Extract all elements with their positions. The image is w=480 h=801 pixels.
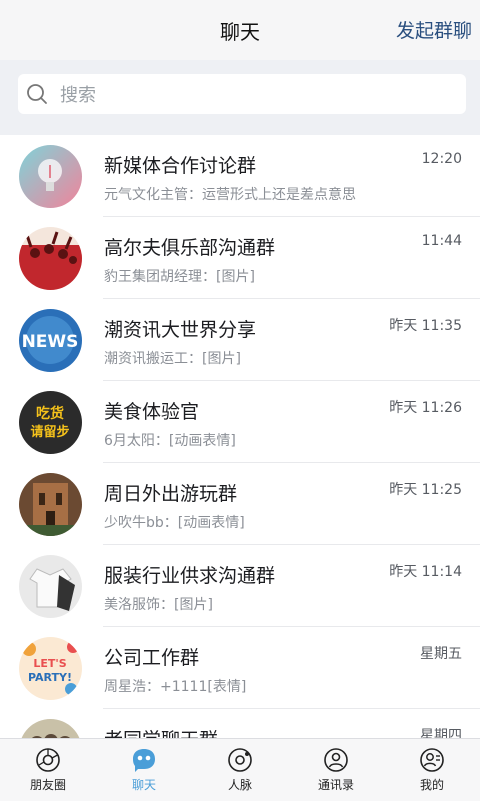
svg-text:PARTY!: PARTY! <box>28 671 72 684</box>
tab-label: 我的 <box>419 778 444 792</box>
chat-time: 星期五 <box>420 646 462 662</box>
address-book-icon <box>324 748 348 772</box>
chat-last-message: 潮资讯搬运工：[图片] <box>104 351 241 367</box>
chat-item[interactable]: 周日外出游玩群 少吹牛bb：[动画表情] 昨天 11:25 <box>0 463 480 545</box>
tab-chat[interactable]: 聊天 <box>96 739 192 801</box>
chat-item[interactable]: 老同学聊天群 星期四 <box>0 709 480 739</box>
tab-label: 朋友圈 <box>29 778 66 792</box>
svg-text:NEWS: NEWS <box>22 332 79 352</box>
search-input[interactable]: 搜索 <box>18 74 466 114</box>
chat-time: 星期四 <box>420 728 462 739</box>
chat-item[interactable]: 高尔夫俱乐部沟通群 豹王集团胡经理：[图片] 11:44 <box>0 217 480 299</box>
bottom-tab-bar: 朋友圈 聊天 人脉 通讯录 我的 <box>0 738 480 801</box>
chat-name: 服装行业供求沟通群 <box>104 565 276 587</box>
top-bar: 聊天 发起群聊 <box>0 0 480 60</box>
chat-time: 昨天 11:26 <box>389 400 462 416</box>
svg-text:吃货: 吃货 <box>36 405 64 422</box>
chat-name: 老同学聊天群 <box>104 725 218 739</box>
group-avatar-friends <box>19 719 82 739</box>
group-avatar-lightbulb <box>19 145 82 208</box>
chat-item[interactable]: 新媒体合作讨论群 元气文化主管：运营形式上还是差点意思 12:20 <box>0 135 480 217</box>
chat-time: 昨天 11:25 <box>389 482 462 498</box>
chat-name: 公司工作群 <box>104 647 200 669</box>
start-group-chat-button[interactable]: 发起群聊 <box>396 16 472 43</box>
tab-address-book[interactable]: 通讯录 <box>288 739 384 801</box>
tab-label: 通讯录 <box>317 778 354 792</box>
chat-last-message: 元气文化主管：运营形式上还是差点意思 <box>104 187 356 203</box>
chat-item[interactable]: 服装行业供求沟通群 美洛服饰：[图片] 昨天 11:14 <box>0 545 480 627</box>
chat-last-message: 6月太阳：[动画表情] <box>104 433 236 449</box>
tab-profile[interactable]: 我的 <box>384 739 480 801</box>
search-icon <box>27 84 47 104</box>
chat-item[interactable]: NEWS 潮资讯大世界分享 潮资讯搬运工：[图片] 昨天 11:35 <box>0 299 480 381</box>
group-avatar-party: LET'S PARTY! <box>19 637 82 700</box>
contacts-icon <box>228 748 252 772</box>
group-avatar-foodie: 吃货 请留步 <box>19 391 82 454</box>
chat-item[interactable]: 吃货 请留步 美食体验官 6月太阳：[动画表情] 昨天 11:26 <box>0 381 480 463</box>
chat-time: 12:20 <box>421 151 462 167</box>
profile-icon <box>420 748 444 772</box>
tab-label: 人脉 <box>227 778 252 792</box>
chat-item[interactable]: LET'S PARTY! 公司工作群 周星浩：+1111[表情] 星期五 <box>0 627 480 709</box>
search-placeholder: 搜索 <box>60 85 96 106</box>
chat-last-message: 豹王集团胡经理：[图片] <box>104 269 255 285</box>
chat-name: 潮资讯大世界分享 <box>104 319 257 341</box>
chat-name: 美食体验官 <box>104 401 200 423</box>
chat-last-message: 周星浩：+1111[表情] <box>104 679 247 695</box>
chat-name: 高尔夫俱乐部沟通群 <box>104 237 276 259</box>
tab-label: 聊天 <box>131 778 156 792</box>
chat-icon <box>133 749 155 772</box>
chat-time: 11:44 <box>421 233 462 249</box>
chat-name: 新媒体合作讨论群 <box>104 155 257 177</box>
group-avatar-news: NEWS <box>19 309 82 372</box>
chat-name: 周日外出游玩群 <box>104 483 238 505</box>
group-avatar-clothes <box>19 555 82 618</box>
chat-last-message: 少吹牛bb：[动画表情] <box>104 515 245 531</box>
chat-time: 昨天 11:14 <box>389 564 462 580</box>
svg-text:请留步: 请留步 <box>30 424 69 440</box>
group-avatar-crowd <box>19 227 82 290</box>
chat-list: 新媒体合作讨论群 元气文化主管：运营形式上还是差点意思 12:20 高尔夫俱乐部… <box>0 135 480 739</box>
page-title: 聊天 <box>220 19 260 44</box>
chat-time: 昨天 11:35 <box>389 318 462 334</box>
search-area: 搜索 <box>0 60 480 132</box>
group-avatar-building <box>19 473 82 536</box>
tab-moments[interactable]: 朋友圈 <box>0 739 96 801</box>
svg-text:LET'S: LET'S <box>33 657 66 670</box>
chat-last-message: 美洛服饰：[图片] <box>104 597 213 613</box>
tab-contacts[interactable]: 人脉 <box>192 739 288 801</box>
camera-icon <box>36 748 60 772</box>
